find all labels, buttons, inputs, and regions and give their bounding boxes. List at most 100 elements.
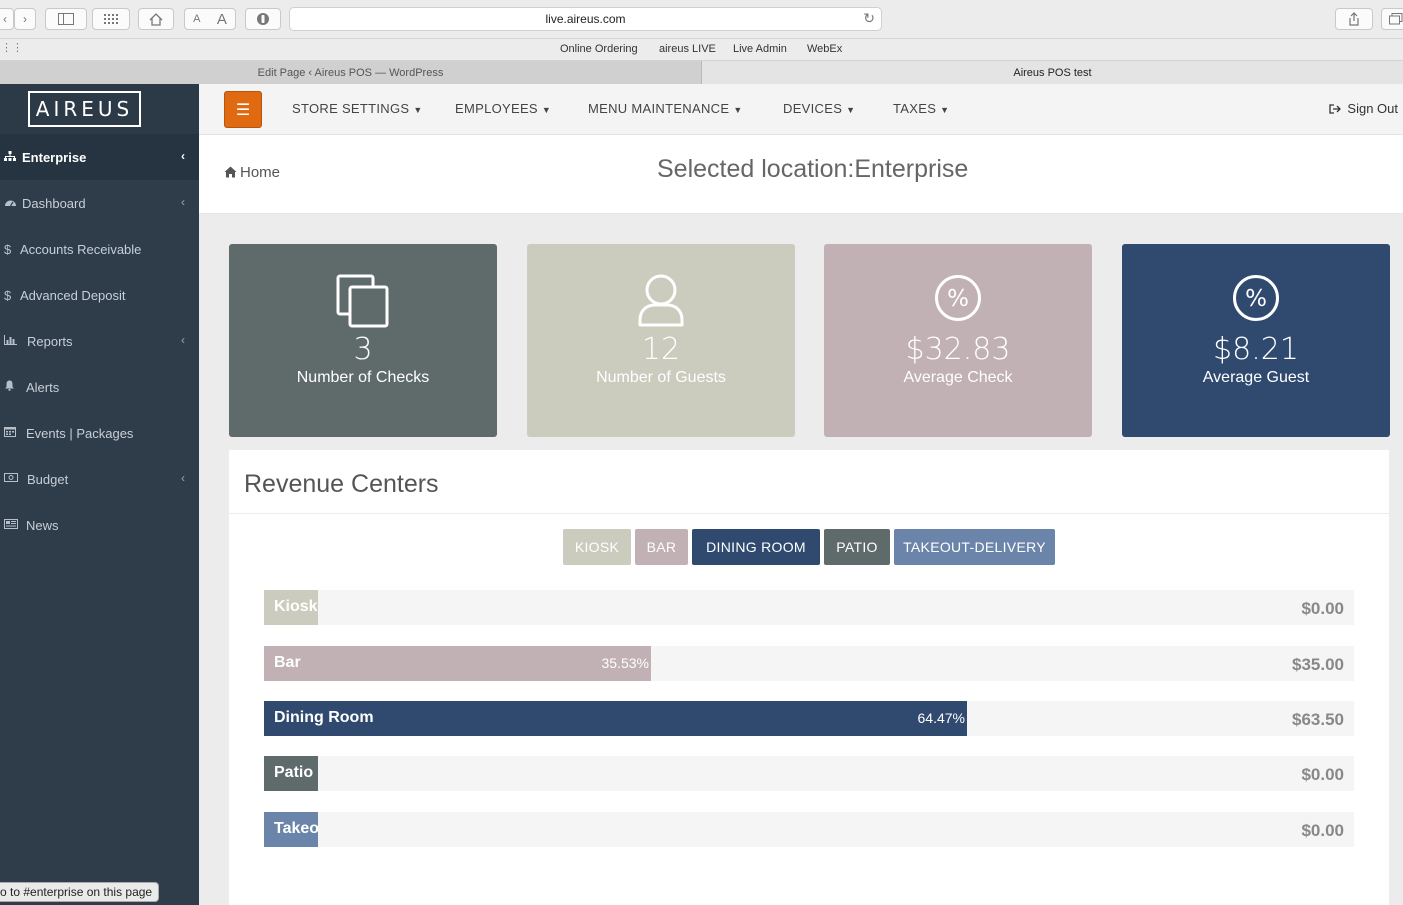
- bar-label: Bar: [274, 654, 301, 671]
- dollar-icon: $: [4, 287, 12, 303]
- revenue-filter-group: KIOSK BAR DINING ROOM PATIO TAKEOUT-DELI…: [229, 529, 1389, 565]
- sidebar-item-enterprise[interactable]: Enterprise ‹: [0, 134, 199, 180]
- tabs-icon: [1389, 13, 1403, 25]
- menu-devices[interactable]: DEVICES ▼: [783, 101, 855, 116]
- browser-toolbar: ‹ › A A live.aireus.com ↻: [0, 0, 1403, 39]
- filter-bar-button[interactable]: BAR: [635, 529, 688, 565]
- bar-label-clip: Kiosk: [264, 590, 318, 625]
- tab-label: Edit Page ‹ Aireus POS — WordPress: [257, 66, 444, 79]
- menu-menu-maintenance[interactable]: MENU MAINTENANCE ▼: [588, 101, 743, 116]
- sidebar-item-events-packages[interactable]: Events | Packages: [0, 410, 199, 456]
- menu-label: MENU MAINTENANCE: [588, 101, 730, 116]
- hamburger-button[interactable]: ☰: [224, 91, 262, 128]
- sign-out-label: Sign Out: [1347, 101, 1398, 116]
- stat-card-average-check[interactable]: % $32.83 Average Check: [824, 244, 1092, 437]
- sidebar-item-accounts-receivable[interactable]: $ Accounts Receivable: [0, 226, 199, 272]
- extension-button[interactable]: [245, 8, 281, 30]
- sidebar-toggle-button[interactable]: [45, 8, 87, 30]
- sidebar-item-budget[interactable]: Budget ‹: [0, 456, 199, 502]
- sign-out-button[interactable]: Sign Out: [1329, 101, 1398, 116]
- sidebar-item-dashboard[interactable]: Dashboard ‹: [0, 180, 199, 226]
- sidebar-item-label: Enterprise: [22, 149, 87, 165]
- filter-label: BAR: [646, 539, 677, 555]
- menu-icon: ☰: [235, 101, 251, 119]
- bar-amount: $35.00: [1292, 655, 1344, 674]
- sitemap-icon: [4, 150, 22, 164]
- filter-patio-button[interactable]: PATIO: [824, 529, 890, 565]
- sidebar-item-label: Reports: [27, 333, 73, 349]
- stat-value: 3: [353, 332, 373, 367]
- status-bar-link-preview: o to #enterprise on this page: [0, 882, 160, 902]
- stat-card-guests[interactable]: 12 Number of Guests: [527, 244, 795, 437]
- tab-aireus-pos[interactable]: Aireus POS test: [702, 61, 1403, 84]
- percent-icon: %: [824, 274, 1092, 328]
- stat-card-checks[interactable]: 3 Number of Checks: [229, 244, 497, 437]
- back-button[interactable]: ‹: [0, 8, 14, 30]
- aireus-logo[interactable]: AIREUS: [27, 91, 142, 127]
- stat-card-average-guest[interactable]: % $8.21 Average Guest: [1122, 244, 1390, 437]
- home-button[interactable]: [138, 8, 174, 30]
- stat-label: Number of Checks: [296, 369, 430, 386]
- menu-label: TAXES: [893, 101, 937, 116]
- revenue-bar-dining-room: Dining Room 64.47% $63.50: [264, 701, 1354, 736]
- menu-taxes[interactable]: TAXES ▼: [893, 101, 949, 116]
- browser-tabs: Edit Page ‹ Aireus POS — WordPress Aireu…: [0, 61, 1403, 84]
- bookmark-live-admin[interactable]: Live Admin: [733, 43, 787, 55]
- filter-takeout-delivery-button[interactable]: TAKEOUT-DELIVERY: [894, 529, 1055, 565]
- grid-icon: [104, 14, 118, 24]
- svg-text:%: %: [1245, 286, 1267, 312]
- menu-store-settings[interactable]: STORE SETTINGS ▼: [292, 101, 423, 116]
- caret-down-icon: ▼: [846, 105, 856, 115]
- calendar-icon: [4, 426, 26, 440]
- bell-icon: [4, 380, 26, 394]
- stat-value: $32.83: [905, 332, 1011, 367]
- font-larger-button[interactable]: A: [217, 11, 227, 28]
- top-sites-button[interactable]: [92, 8, 130, 30]
- filter-dining-room-button[interactable]: DINING ROOM: [692, 529, 820, 565]
- main-content: 3 Number of Checks 12 Number of Guests %…: [199, 214, 1403, 905]
- caret-down-icon: ▼: [733, 105, 743, 115]
- bar-label: Patio: [274, 764, 314, 781]
- newspaper-icon: [4, 518, 26, 532]
- bookmark-webex[interactable]: WebEx: [807, 43, 842, 55]
- chevron-left-icon: ‹: [181, 333, 185, 347]
- panel-title: Revenue Centers: [244, 470, 439, 498]
- sidebar-item-label: Budget: [27, 471, 69, 487]
- dollar-icon: $: [4, 241, 12, 257]
- address-bar[interactable]: live.aireus.com ↻: [289, 7, 882, 31]
- bar-amount: $0.00: [1301, 821, 1344, 840]
- sidebar-item-label: Dashboard: [22, 195, 86, 211]
- share-button[interactable]: [1335, 8, 1373, 30]
- filter-kiosk-button[interactable]: KIOSK: [563, 529, 631, 565]
- bar-label-clip: Takeout-Delivery: [264, 812, 318, 847]
- font-smaller-button[interactable]: A: [193, 13, 200, 25]
- stat-label: Average Guest: [1202, 369, 1310, 386]
- page-title: Selected location:Enterprise: [657, 155, 969, 183]
- logo-area: AIREUS: [0, 84, 199, 134]
- sidebar-item-reports[interactable]: Reports ‹: [0, 318, 199, 364]
- reload-icon[interactable]: ↻: [863, 10, 875, 27]
- top-navbar: ☰ STORE SETTINGS ▼ EMPLOYEES ▼ MENU MAINTE…: [199, 84, 1403, 135]
- font-size-control[interactable]: A A: [184, 8, 236, 30]
- stat-value: 12: [641, 332, 681, 367]
- drag-handle-icon: ⋮⋮: [1, 42, 23, 54]
- sidebar-item-advanced-deposit[interactable]: $ Advanced Deposit: [0, 272, 199, 318]
- bookmark-aireus-live[interactable]: aireus LIVE: [659, 43, 716, 55]
- tabs-overview-button[interactable]: [1381, 8, 1403, 30]
- chevron-left-icon: ‹: [181, 195, 185, 209]
- sidebar-item-news[interactable]: News: [0, 502, 199, 548]
- breadcrumb[interactable]: Home: [224, 164, 280, 181]
- sidebar-item-alerts[interactable]: Alerts: [0, 364, 199, 410]
- divider: [229, 513, 1389, 514]
- forward-button[interactable]: ›: [14, 8, 36, 30]
- home-icon: [149, 12, 163, 26]
- bar-label-clip: Bar: [264, 646, 1354, 681]
- menu-employees[interactable]: EMPLOYEES ▼: [455, 101, 551, 116]
- bar-percent: 64.47%: [917, 710, 965, 726]
- filter-label: TAKEOUT-DELIVERY: [903, 539, 1046, 555]
- menu-label: STORE SETTINGS: [292, 101, 410, 116]
- bookmark-online-ordering[interactable]: Online Ordering: [560, 43, 638, 55]
- sidebar: AIREUS Enterprise ‹ Dashboard ‹ $ Accoun…: [0, 84, 199, 905]
- tab-wordpress[interactable]: Edit Page ‹ Aireus POS — WordPress: [0, 61, 702, 84]
- stat-value: $8.21: [1213, 332, 1299, 367]
